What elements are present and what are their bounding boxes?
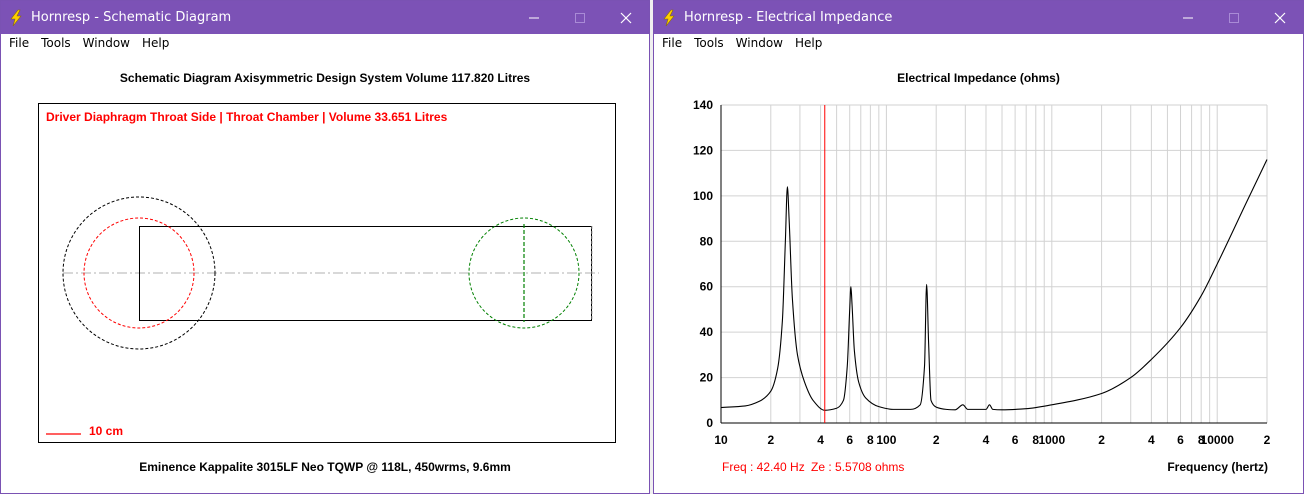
close-icon [620, 12, 632, 23]
window-title: Hornresp - Electrical Impedance [684, 10, 893, 25]
y-tick-label: 60 [700, 280, 714, 294]
y-tick-label: 0 [706, 416, 713, 430]
menu-bar: File Tools Window Help [1, 34, 649, 51]
x-tick-label: 2 [1264, 433, 1271, 447]
impedance-curve [720, 159, 1268, 411]
y-tick-label: 120 [693, 143, 713, 157]
x-tick-label: 4 [817, 433, 824, 447]
x-tick-label: 6 [1012, 433, 1019, 447]
menu-window[interactable]: Window [730, 36, 789, 50]
lightning-icon [10, 9, 22, 26]
x-tick-label: 100 [876, 433, 896, 447]
close-button[interactable] [603, 1, 649, 34]
maximize-icon [575, 12, 585, 23]
diagram-label: Driver Diaphragm Throat Side | Throat Ch… [46, 110, 448, 124]
x-tick-label: 10 [714, 433, 728, 447]
title-bar[interactable]: Hornresp - Electrical Impedance [654, 1, 1303, 34]
close-button[interactable] [1257, 1, 1303, 34]
menu-help[interactable]: Help [789, 36, 828, 50]
impedance-content: Electrical Impedance (ohms) 0 20 40 60 80 100… [654, 52, 1303, 493]
menu-help[interactable]: Help [136, 36, 175, 50]
x-tick-label: 4 [1148, 433, 1155, 447]
freq-readout: Freq : 42.40 Hz [722, 460, 805, 474]
x-tick-label: 10000 [1201, 433, 1235, 447]
schematic-window: Hornresp - Schematic Diagram File Tools … [0, 0, 650, 494]
lightning-icon [663, 9, 675, 26]
scale-label: 10 cm [89, 424, 123, 438]
x-tick-label: 6 [846, 433, 853, 447]
schematic-content: Schematic Diagram Axisymmetric Design Sy… [1, 52, 649, 493]
schematic-footer: Eminence Kappalite 3015LF Neo TQWP @ 118… [139, 460, 511, 474]
x-tick-label: 2 [767, 433, 774, 447]
x-tick-label: 8 [867, 433, 874, 447]
x-axis-label: Frequency (hertz) [1167, 460, 1268, 474]
x-tick-label: 4 [983, 433, 990, 447]
x-tick-label: 6 [1177, 433, 1184, 447]
impedance-chart[interactable]: 02040608010012014010 2 4 6 8 100 2 4 6 8 1000 2 4 6 81… [654, 52, 1303, 494]
x-tick-label: 2 [1098, 433, 1105, 447]
menu-file[interactable]: File [3, 36, 35, 50]
minimize-button[interactable] [1165, 1, 1211, 34]
minimize-button[interactable] [511, 1, 557, 34]
window-title: Hornresp - Schematic Diagram [31, 10, 232, 25]
x-tick-label: 2 [933, 433, 940, 447]
menu-file[interactable]: File [656, 36, 688, 50]
ze-readout: Ze : 5.5708 ohms [811, 460, 904, 474]
y-tick-label: 80 [700, 234, 714, 248]
maximize-button[interactable] [1211, 1, 1257, 34]
y-tick-label: 20 [700, 371, 714, 385]
close-icon [1274, 12, 1286, 23]
impedance-window: Hornresp - Electrical Impedance File Too… [653, 0, 1304, 494]
maximize-button[interactable] [557, 1, 603, 34]
menu-tools[interactable]: Tools [35, 36, 77, 50]
minimize-icon [1183, 17, 1193, 18]
menu-window[interactable]: Window [77, 36, 136, 50]
y-tick-label: 140 [693, 98, 713, 112]
y-tick-label: 100 [693, 189, 713, 203]
y-tick-label: 40 [700, 325, 714, 339]
maximize-icon [1229, 12, 1239, 23]
minimize-icon [529, 17, 539, 18]
schematic-diagram: Driver Diaphragm Throat Side | Throat Ch… [38, 103, 616, 443]
menu-tools[interactable]: Tools [688, 36, 730, 50]
x-tick-label: 1000 [1038, 433, 1065, 447]
title-bar[interactable]: Hornresp - Schematic Diagram [1, 1, 649, 34]
menu-bar: File Tools Window Help [654, 34, 1303, 51]
